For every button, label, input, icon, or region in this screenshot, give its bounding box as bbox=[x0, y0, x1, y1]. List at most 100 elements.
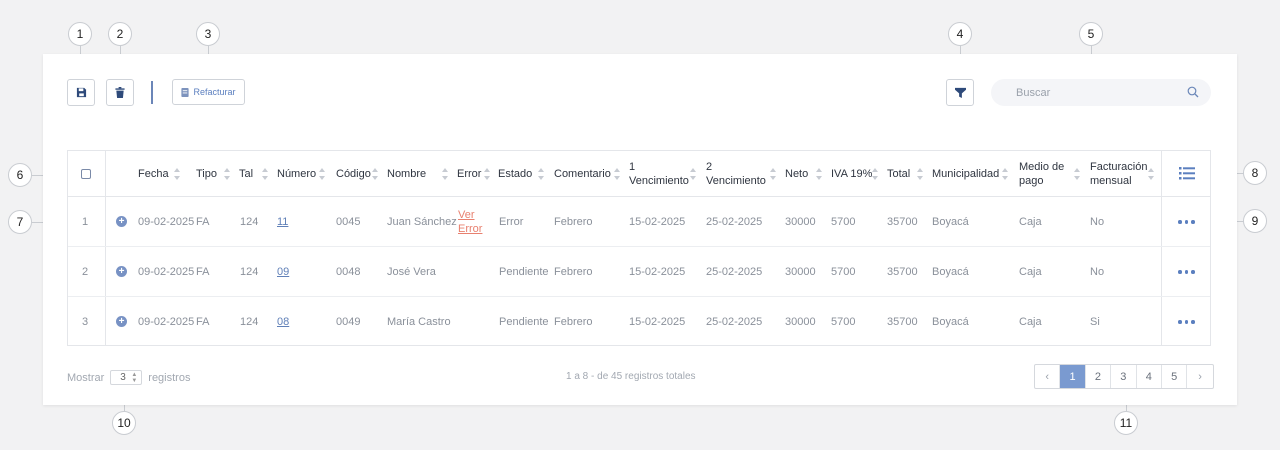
refacturar-button[interactable]: Refacturar bbox=[172, 79, 245, 105]
cell-numero-link[interactable]: 08 bbox=[277, 297, 289, 347]
stepper-arrows-icon[interactable]: ▲ ▼ bbox=[131, 372, 137, 384]
cell-iva: 5700 bbox=[831, 266, 856, 278]
col-neto[interactable]: Neto bbox=[785, 151, 808, 197]
ver-error-link[interactable]: Ver Error bbox=[458, 197, 488, 247]
table-row[interactable]: 3 + 09-02-2025 FA 124 08 0049 María Cast… bbox=[68, 297, 1210, 347]
trash-icon bbox=[115, 87, 125, 98]
row-actions-icon[interactable] bbox=[1178, 220, 1195, 224]
records-label: registros bbox=[148, 371, 191, 384]
save-icon bbox=[76, 87, 86, 98]
column-list-icon[interactable] bbox=[1179, 167, 1195, 180]
sort-icon[interactable] bbox=[442, 168, 448, 180]
save-button[interactable] bbox=[67, 79, 95, 106]
col-total[interactable]: Total bbox=[887, 151, 910, 197]
cell-numero-link[interactable]: 09 bbox=[277, 247, 289, 297]
callout-badge: 8 bbox=[1243, 161, 1267, 185]
col-estado[interactable]: Estado bbox=[498, 151, 532, 197]
cell-total: 35700 bbox=[887, 316, 918, 328]
cell-medio-pago: Caja bbox=[1019, 216, 1042, 228]
sort-icon[interactable] bbox=[538, 168, 544, 180]
cell-neto: 30000 bbox=[785, 216, 816, 228]
col-nombre[interactable]: Nombre bbox=[387, 151, 426, 197]
cell-municipalidad: Boyacá bbox=[932, 216, 969, 228]
delete-button[interactable] bbox=[106, 79, 134, 106]
cell-tipo: FA bbox=[196, 216, 210, 228]
pagination: ‹ 1 2 3 4 5 › bbox=[1034, 364, 1214, 389]
filter-button[interactable] bbox=[946, 79, 974, 106]
cell-estado: Error bbox=[499, 216, 524, 228]
cell-iva: 5700 bbox=[831, 216, 856, 228]
cell-numero-link[interactable]: 11 bbox=[277, 197, 288, 247]
cell-estado: Pendiente bbox=[499, 266, 549, 278]
page-button[interactable]: 3 bbox=[1111, 365, 1137, 388]
sort-icon[interactable] bbox=[1148, 168, 1154, 180]
sort-icon[interactable] bbox=[174, 168, 180, 180]
cell-vencimiento-1: 15-02-2025 bbox=[629, 316, 686, 328]
search-input[interactable]: Buscar bbox=[991, 79, 1211, 106]
col-vencimiento-1[interactable]: 1 Vencimiento bbox=[629, 151, 691, 197]
page-button[interactable]: 5 bbox=[1162, 365, 1188, 388]
col-iva[interactable]: IVA 19% bbox=[831, 151, 872, 197]
col-tipo[interactable]: Tipo bbox=[196, 151, 217, 197]
callout-badge: 9 bbox=[1243, 209, 1267, 233]
main-card: Refacturar Buscar Fecha Tipo Tal Número … bbox=[43, 54, 1237, 405]
cell-vencimiento-2: 25-02-2025 bbox=[706, 266, 763, 278]
page-button[interactable]: 4 bbox=[1137, 365, 1162, 388]
cell-neto: 30000 bbox=[785, 266, 816, 278]
col-codigo[interactable]: Código bbox=[336, 151, 371, 197]
col-vencimiento-2[interactable]: 2 Vencimiento bbox=[706, 151, 768, 197]
cell-estado: Pendiente bbox=[499, 316, 549, 328]
next-page-button[interactable]: › bbox=[1187, 365, 1212, 388]
per-page-stepper[interactable]: 3 ▲ ▼ bbox=[110, 370, 143, 385]
cell-tipo: FA bbox=[196, 316, 210, 328]
col-medio-pago[interactable]: Medio de pago bbox=[1019, 151, 1069, 197]
cell-facturacion-mensual: Si bbox=[1090, 316, 1100, 328]
callout-badge: 3 bbox=[196, 22, 220, 46]
document-icon bbox=[181, 87, 190, 97]
sort-icon[interactable] bbox=[816, 168, 822, 180]
expand-row-icon[interactable]: + bbox=[116, 216, 127, 227]
sort-icon[interactable] bbox=[372, 168, 378, 180]
col-comentario[interactable]: Comentario bbox=[554, 151, 611, 197]
cell-fecha: 09-02-2025 bbox=[138, 316, 195, 328]
prev-page-button[interactable]: ‹ bbox=[1035, 365, 1061, 388]
sort-icon[interactable] bbox=[262, 168, 268, 180]
sort-icon[interactable] bbox=[690, 168, 696, 180]
sort-icon[interactable] bbox=[319, 168, 325, 180]
cell-nombre: Juan Sánchez bbox=[387, 216, 457, 228]
expand-row-icon[interactable]: + bbox=[116, 316, 127, 327]
cell-comentario: Febrero bbox=[554, 216, 593, 228]
sort-icon[interactable] bbox=[224, 168, 230, 180]
col-facturacion-mensual[interactable]: Facturación mensual bbox=[1090, 151, 1150, 197]
cell-municipalidad: Boyacá bbox=[932, 316, 969, 328]
cell-fecha: 09-02-2025 bbox=[138, 266, 195, 278]
row-index: 3 bbox=[82, 316, 89, 328]
expand-row-icon[interactable]: + bbox=[116, 266, 127, 277]
cell-iva: 5700 bbox=[831, 316, 856, 328]
page-button[interactable]: 1 bbox=[1060, 365, 1086, 388]
cell-vencimiento-1: 15-02-2025 bbox=[629, 216, 686, 228]
cell-facturacion-mensual: No bbox=[1090, 266, 1105, 278]
sort-icon[interactable] bbox=[484, 168, 490, 180]
col-fecha[interactable]: Fecha bbox=[138, 151, 169, 197]
sort-icon[interactable] bbox=[872, 168, 878, 180]
select-all-checkbox[interactable] bbox=[81, 169, 91, 179]
cell-medio-pago: Caja bbox=[1019, 266, 1042, 278]
col-error[interactable]: Error bbox=[457, 151, 481, 197]
table-row[interactable]: 1 + 09-02-2025 FA 124 11 0045 Juan Sánch… bbox=[68, 197, 1210, 247]
sort-icon[interactable] bbox=[1074, 168, 1080, 180]
col-municipalidad[interactable]: Municipalidad bbox=[932, 151, 999, 197]
sort-icon[interactable] bbox=[770, 168, 776, 180]
table-row[interactable]: 2 + 09-02-2025 FA 124 09 0048 José Vera … bbox=[68, 247, 1210, 297]
sort-icon[interactable] bbox=[1002, 168, 1008, 180]
col-numero[interactable]: Número bbox=[277, 151, 316, 197]
page-button[interactable]: 2 bbox=[1086, 365, 1112, 388]
col-tal[interactable]: Tal bbox=[239, 151, 253, 197]
row-actions-icon[interactable] bbox=[1178, 270, 1195, 274]
sort-icon[interactable] bbox=[917, 168, 923, 180]
row-actions-icon[interactable] bbox=[1178, 320, 1195, 324]
callout-badge: 10 bbox=[112, 411, 136, 435]
cell-tipo: FA bbox=[196, 266, 210, 278]
sort-icon[interactable] bbox=[614, 168, 620, 180]
chevron-right-icon: › bbox=[1198, 370, 1202, 383]
